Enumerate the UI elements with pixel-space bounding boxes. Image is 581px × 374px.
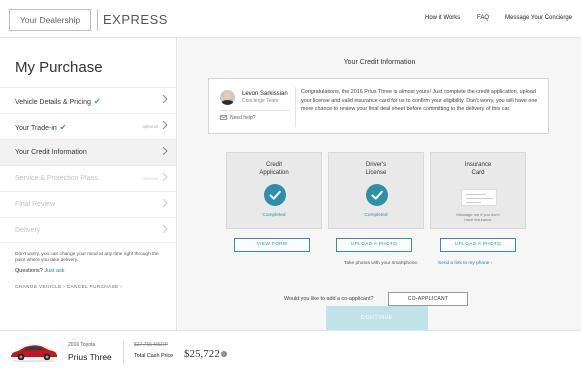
link-chevron: ›	[120, 285, 123, 290]
concierge-message-box: Levon Sarkissian Concierge Team Need hel…	[208, 78, 549, 134]
card-status: Completed	[262, 213, 286, 218]
sidebar-item-label: Delivery	[15, 227, 41, 234]
card-status: Completed	[364, 213, 388, 218]
divider	[220, 110, 290, 111]
sidebar-item-label: Your Credit Information	[15, 149, 87, 156]
express-logo: EXPRESS	[103, 12, 168, 27]
chevron-right-icon	[162, 147, 168, 155]
concierge-team: Concierge Team	[242, 98, 279, 104]
drivers-license-card: Driver's License Completed	[328, 152, 424, 229]
card-title-line: Insurance	[464, 162, 492, 168]
main-panel: Your Credit Information Levon Sarkissian…	[178, 38, 581, 330]
nav-message-concierge[interactable]: Message Your Concierge	[505, 15, 572, 21]
info-icon[interactable]: i	[221, 351, 227, 357]
checkmark-icon: ✔	[59, 123, 67, 132]
optional-tag: optional	[142, 176, 158, 181]
total-cash-price-value: $25,722	[184, 348, 220, 360]
photo-note: Take photos with your smartphone.	[344, 261, 419, 266]
chevron-right-icon	[162, 95, 168, 103]
sidebar-item-service-protection[interactable]: Service & Protection Plans optional	[0, 165, 176, 191]
logo-divider	[97, 9, 98, 31]
sidebar-item-label: Vehicle Details & Pricing	[15, 99, 91, 106]
msrp-price: $27,765 MSRP	[134, 342, 168, 348]
footer-bar: 2016 Toyota Prius Three $27,765 MSRP Tot…	[0, 330, 581, 374]
credit-application-card: Credit Application Completed	[226, 152, 322, 229]
chevron-right-icon	[162, 225, 168, 233]
sidebar-links: CHANGE VEHICLE › CANCEL PURCHASE ›	[15, 285, 122, 290]
page-title: Your Credit Information	[343, 59, 416, 66]
car-image	[11, 345, 57, 363]
co-applicant-button[interactable]: CO-APPLICANT	[388, 292, 468, 306]
upload-license-photo-button[interactable]: UPLOAD A PHOTO	[336, 238, 412, 252]
vehicle-model: Prius Three	[68, 352, 112, 362]
nav-faq[interactable]: FAQ	[477, 15, 489, 21]
continue-button[interactable]: CONTINUE	[326, 306, 428, 330]
need-help-link[interactable]: Need help?	[220, 115, 256, 121]
coapplicant-question: Would you like to add a co-applicant?	[284, 296, 374, 302]
card-title-line: Card	[471, 170, 485, 176]
questions-line: Questions? Just ask	[15, 268, 65, 274]
upload-insurance-photo-button[interactable]: UPLOAD A PHOTO	[440, 238, 516, 252]
insurance-card-icon	[461, 189, 497, 206]
insurance-card-card: Insurance Card Message me if you don't h…	[430, 152, 526, 229]
concierge-name: Levon Sarkissian	[242, 91, 288, 97]
link-separator: ›	[63, 285, 66, 290]
concierge-message: Congratulations, the 2016 Prius Three is…	[301, 89, 538, 113]
sidebar-item-credit-information[interactable]: Your Credit Information	[0, 139, 176, 165]
checkmark-icon: ✔	[93, 97, 101, 106]
questions-label: Questions?	[15, 268, 43, 274]
card-title-line: Credit	[265, 162, 282, 168]
sidebar-item-delivery[interactable]: Delivery	[0, 217, 176, 243]
change-vehicle-link[interactable]: CHANGE VEHICLE	[15, 285, 62, 290]
check-circle-icon	[264, 184, 286, 206]
total-cash-price-label: Total Cash Price	[134, 353, 174, 359]
chevron-right-icon	[162, 121, 168, 129]
sidebar-item-final-review[interactable]: Final Review	[0, 191, 176, 217]
sidebar-item-trade-in[interactable]: Your Trade-in ✔ optional	[0, 113, 176, 139]
divider	[123, 341, 124, 365]
vehicle-year-make: 2016 Toyota	[68, 342, 96, 348]
card-title-line: License	[365, 170, 387, 176]
need-help-label: Need help?	[230, 115, 256, 121]
nav-how-it-works[interactable]: How it Works	[425, 15, 460, 21]
sidebar: My Purchase Vehicle Details & Pricing ✔ Y…	[0, 38, 177, 330]
card-title-line: Driver's	[365, 162, 387, 168]
dealership-logo[interactable]: Your Dealership	[9, 9, 91, 31]
sidebar-item-label: Service & Protection Plans	[15, 175, 98, 182]
sidebar-title: My Purchase	[15, 59, 103, 76]
check-circle-icon	[366, 184, 388, 206]
card-title-line: Application	[259, 170, 289, 176]
top-bar: Your Dealership EXPRESS How it Works FAQ…	[0, 0, 581, 38]
sidebar-item-vehicle-details[interactable]: Vehicle Details & Pricing ✔	[0, 87, 176, 113]
optional-tag: optional	[142, 124, 158, 129]
view-form-button[interactable]: VIEW FORM	[234, 238, 310, 252]
sidebar-note: Don't worry, you can change your mind at…	[15, 252, 159, 263]
sidebar-item-label: Your Trade-in	[15, 125, 57, 132]
just-ask-link[interactable]: Just ask	[44, 268, 64, 274]
cancel-purchase-link[interactable]: CANCEL PURCHASE	[67, 285, 119, 290]
divider	[295, 87, 296, 127]
avatar	[220, 90, 235, 105]
mail-icon	[220, 115, 227, 121]
send-link-to-phone[interactable]: Send a link to my phone ›	[438, 261, 492, 266]
chevron-right-icon	[162, 173, 168, 181]
card-status-line: have insurance	[464, 217, 492, 222]
chevron-right-icon	[162, 199, 168, 207]
sidebar-item-label: Final Review	[15, 201, 56, 208]
card-status[interactable]: Message me if you don't have insurance	[431, 212, 525, 222]
